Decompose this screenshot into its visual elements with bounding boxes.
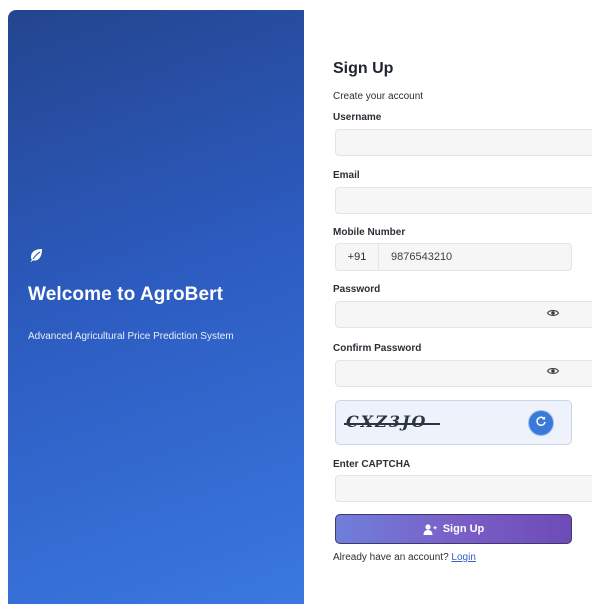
add-user-icon [423,523,437,535]
refresh-icon [535,414,547,432]
mobile-input[interactable]: 9876543210 [379,251,452,263]
login-prompt-line: Already have an account? Login [333,552,476,563]
captcha-input-label: Enter CAPTCHA [333,459,411,470]
username-input[interactable] [335,129,592,156]
signup-button-label: Sign Up [442,523,485,535]
leaf-icon [28,247,44,263]
captcha-refresh-button[interactable] [528,410,554,436]
login-link[interactable]: Login [451,552,475,563]
username-label: Username [333,112,382,123]
eye-icon[interactable] [546,362,560,374]
welcome-subtitle: Advanced Agricultural Price Prediction S… [28,331,234,342]
mobile-field: +91 9876543210 [335,243,572,271]
captcha-code: CXZ3JO [346,412,428,431]
captcha-input[interactable] [335,475,592,502]
eye-icon[interactable] [546,304,560,316]
welcome-title: Welcome to AgroBert [28,284,224,305]
email-input[interactable] [335,187,592,214]
captcha-strike-line [344,423,440,425]
email-label: Email [333,170,360,181]
form-subtitle: Create your account [333,91,424,102]
confirm-password-label: Confirm Password [333,343,422,354]
brand-panel [8,10,304,604]
mobile-label: Mobile Number [333,227,406,238]
signup-button[interactable]: Sign Up [335,514,572,544]
country-code[interactable]: +91 [336,244,379,270]
login-prompt: Already have an account? [333,552,449,563]
form-title: Sign Up [333,60,394,77]
password-label: Password [333,284,381,295]
